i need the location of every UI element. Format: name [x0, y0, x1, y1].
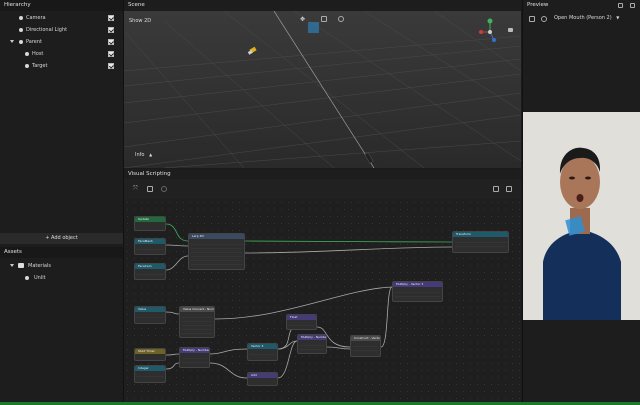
visibility-checkbox[interactable] [108, 63, 114, 69]
hierarchy-item-target[interactable]: Target [0, 60, 123, 72]
node-value-convert-number[interactable]: Value Convert - Number [179, 306, 215, 338]
material-icon [25, 276, 29, 280]
preview-video-dropdown[interactable]: Open Mouth (Person 2) ▼ [554, 15, 619, 21]
visibility-checkbox[interactable] [108, 15, 114, 21]
node-facecam[interactable]: FaceCam [134, 263, 166, 280]
add-object-button[interactable]: + Add object [0, 233, 123, 244]
node-value[interactable]: Value [134, 306, 166, 324]
node-multiply-number-2[interactable]: Multiply - Number [297, 334, 327, 354]
reset-icon[interactable] [541, 16, 547, 22]
visibility-checkbox[interactable] [108, 27, 114, 33]
visual-scripting-panel: Visual Scripting ⤧ Update FaceMesh FaceC… [124, 169, 521, 402]
device-icon[interactable] [529, 16, 535, 22]
node-vector3[interactable]: Vector 3 [247, 343, 278, 361]
info-dropdown[interactable]: Info ▲ [135, 152, 152, 158]
chevron-down-icon: ▼ [616, 15, 620, 20]
scene-viewport[interactable] [124, 11, 521, 168]
object-icon [19, 40, 23, 44]
preview-toolbar: Open Mouth (Person 2) ▼ [523, 12, 640, 26]
node-start-timer[interactable]: Start Timer [134, 348, 166, 361]
chevron-down-icon[interactable] [10, 40, 14, 43]
node-integer[interactable]: Integer [134, 365, 166, 383]
popout-icon[interactable] [618, 3, 623, 8]
scale-tool-icon[interactable] [338, 16, 344, 22]
hierarchy-title: Hierarchy [0, 0, 123, 11]
object-icon [19, 28, 23, 32]
object-icon [25, 52, 29, 56]
show-2d-toggle[interactable]: Show 2D [129, 18, 151, 24]
chevron-down-icon[interactable] [10, 264, 14, 267]
hierarchy-item-host[interactable]: Host [0, 48, 123, 60]
node-multiply-number[interactable]: Multiply - Number [179, 347, 210, 368]
node-float[interactable]: Float [286, 314, 317, 330]
preview-panel: Preview Open Mouth (Person 2) ▼ [522, 0, 640, 405]
hierarchy-item-parent[interactable]: Parent [0, 36, 123, 48]
node-transform[interactable]: Transform [452, 231, 509, 253]
node-facemesh[interactable]: FaceMesh [134, 238, 166, 255]
node-update[interactable]: Update [134, 216, 166, 231]
node-lerp-3d[interactable]: Lerp 3D [188, 233, 245, 270]
cube-icon [308, 22, 319, 33]
assets-panel: Assets Materials Unlit [0, 247, 124, 405]
object-icon [25, 64, 29, 68]
folder-icon [18, 263, 24, 268]
assets-title: Assets [0, 247, 123, 258]
object-icon [19, 16, 23, 20]
chevron-up-icon: ▲ [149, 152, 153, 157]
fullscreen-icon[interactable] [630, 3, 635, 8]
preview-video [523, 112, 640, 320]
scene-title: Scene [124, 0, 521, 11]
node-construct-vector3[interactable]: Construct - Vector 3 [350, 335, 381, 357]
camera-view-icon[interactable] [508, 28, 513, 32]
rotate-tool-icon[interactable] [321, 16, 327, 22]
hierarchy-item-directional-light[interactable]: Directional Light [0, 24, 123, 36]
asset-item-unlit[interactable]: Unlit [0, 272, 123, 284]
move-tool-icon[interactable]: ✥ [300, 16, 305, 23]
hierarchy-item-camera[interactable]: Camera [0, 12, 123, 24]
scene-panel: Scene Show 2D Info ▲ ✥ [124, 0, 521, 168]
node-multiply-vector3[interactable]: Multiply - Vector 3 [392, 281, 443, 302]
visibility-checkbox[interactable] [108, 51, 114, 57]
visibility-checkbox[interactable] [108, 39, 114, 45]
node-add[interactable]: Add [247, 372, 278, 386]
hierarchy-panel: Hierarchy Camera Directional Light Paren… [0, 0, 124, 246]
asset-folder-materials[interactable]: Materials [0, 260, 123, 272]
